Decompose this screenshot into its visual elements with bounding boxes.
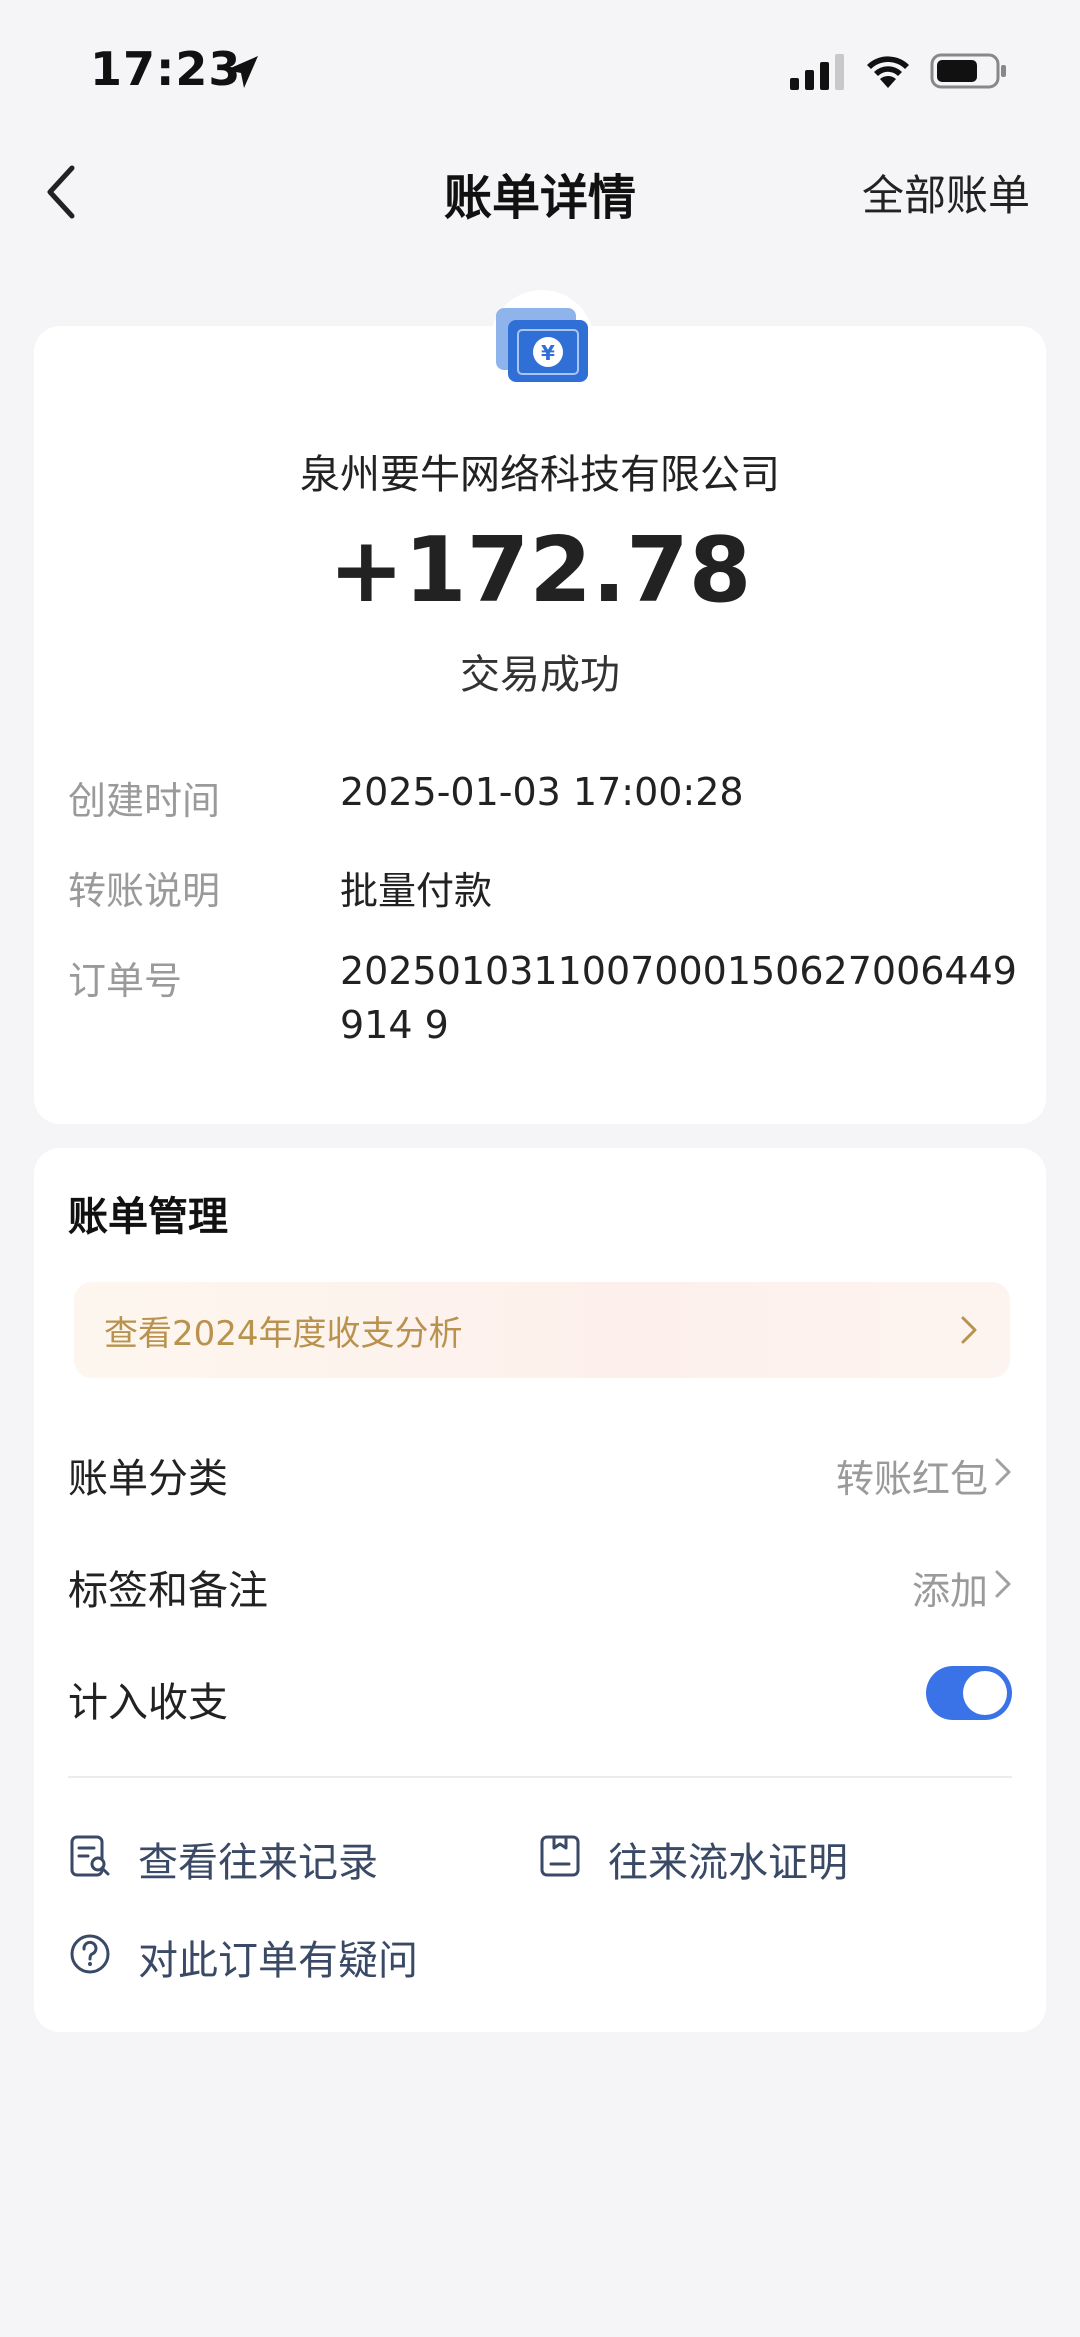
order-question-link[interactable]: 对此订单有疑问 — [138, 1928, 418, 1986]
transaction-proof-link[interactable]: 往来流水证明 — [608, 1830, 848, 1888]
view-records-link[interactable]: 查看往来记录 — [138, 1830, 378, 1888]
status-time: 17:23 — [90, 42, 242, 96]
transfer-note-label: 转账说明 — [68, 869, 221, 913]
certificate-icon[interactable] — [538, 1834, 582, 1878]
all-bills-link[interactable]: 全部账单 — [862, 162, 1030, 223]
created-time-value: 2025-01-03 17:00:28 — [340, 770, 744, 814]
question-circle-icon[interactable] — [68, 1932, 112, 1976]
chevron-right-icon[interactable] — [992, 1454, 1014, 1490]
toggle-knob — [963, 1671, 1007, 1715]
transfer-note-value: 批量付款 — [340, 869, 493, 913]
section-title: 账单管理 — [68, 1194, 228, 1240]
document-search-icon[interactable] — [68, 1834, 112, 1878]
chevron-right-icon — [961, 1316, 977, 1344]
created-time-label: 创建时间 — [68, 779, 221, 823]
order-number-value: 2025010311007000150627006449914 9 — [340, 949, 1017, 1047]
merchant-name: 泉州要牛网络科技有限公司 — [300, 452, 780, 498]
annual-analysis-text: 查看2024年度收支分析 — [104, 1314, 463, 1354]
bill-category-label[interactable]: 账单分类 — [68, 1446, 228, 1504]
bill-category-value[interactable]: 转账红包 — [836, 1448, 988, 1503]
wifi-icon — [867, 56, 909, 88]
cellular-signal-icon — [790, 54, 844, 90]
transaction-status: 交易成功 — [460, 652, 620, 698]
svg-text:¥: ¥ — [541, 341, 555, 365]
status-bar: 17:23 — [0, 0, 1080, 140]
location-arrow-icon — [226, 56, 258, 88]
transaction-amount: +172.78 — [328, 518, 752, 623]
transfer-yuan-icon: ¥ — [496, 308, 588, 382]
divider — [68, 1776, 1012, 1778]
tags-notes-value[interactable]: 添加 — [912, 1560, 988, 1615]
chevron-right-icon[interactable] — [992, 1566, 1014, 1602]
include-in-stats-label: 计入收支 — [68, 1680, 228, 1726]
tags-notes-label[interactable]: 标签和备注 — [68, 1558, 268, 1616]
order-number-label: 订单号 — [68, 959, 183, 1003]
include-in-stats-toggle[interactable] — [926, 1666, 1012, 1720]
battery-icon — [930, 53, 1006, 89]
